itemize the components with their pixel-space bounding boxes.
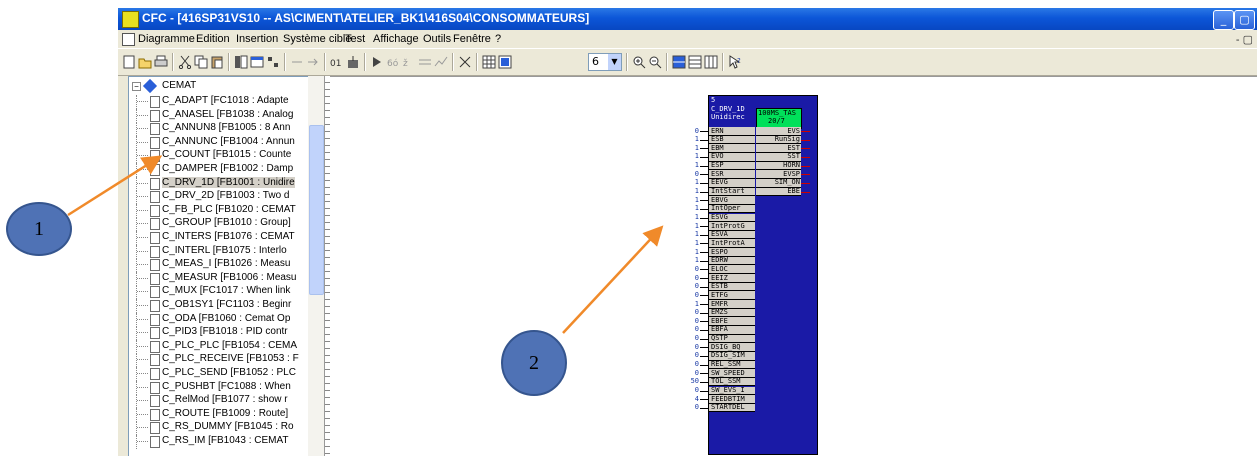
annotation-circle-2: 2 (501, 330, 567, 396)
annotation-circle-1: 1 (6, 202, 72, 256)
annotation-arrows (67, 155, 664, 334)
arrow-2 (562, 225, 664, 334)
arrow-1 (67, 155, 163, 217)
